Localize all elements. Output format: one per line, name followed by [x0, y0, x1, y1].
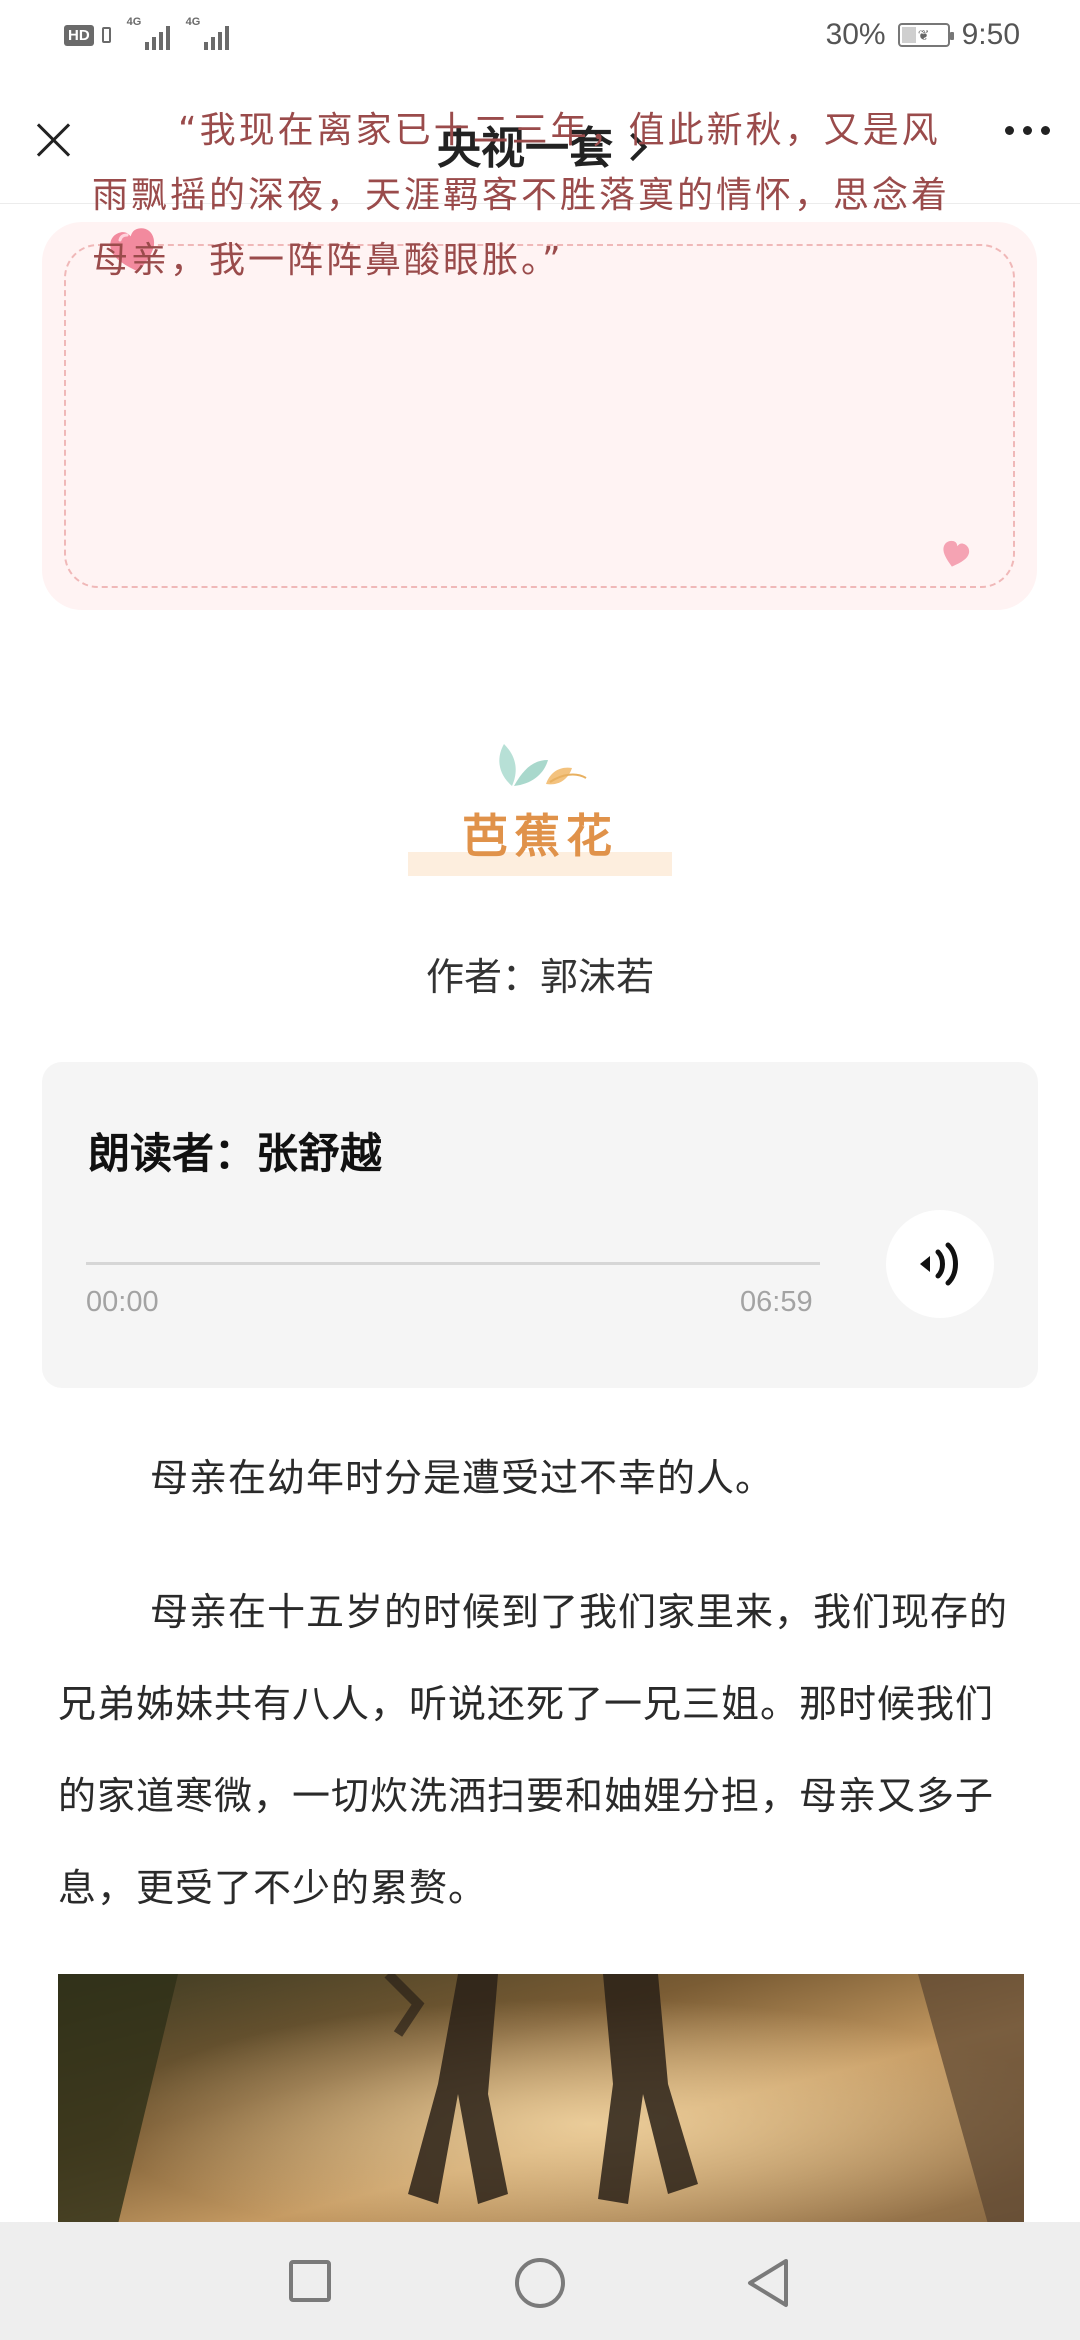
battery-fill — [901, 27, 916, 43]
status-indicators: HD 4G 4G — [64, 16, 229, 50]
network-type: 4G — [126, 16, 142, 28]
status-right: 30% ❦ 9:50 — [826, 18, 1020, 52]
poem-title: 芭蕉花 — [462, 809, 618, 863]
circle-icon[interactable] — [515, 2258, 565, 2308]
hd-badge: HD — [64, 24, 94, 46]
status-bar: HD 4G 4G 30% ❦ 9:50 — [0, 0, 1080, 72]
quote-border — [64, 244, 1015, 588]
silhouette-photo — [58, 1974, 1024, 2224]
total-time: 06:59 — [740, 1286, 813, 1318]
signal-icon: 4G — [127, 16, 170, 50]
power-saving-leaf-icon: ❦ — [917, 26, 930, 43]
triangle-back-icon[interactable] — [744, 2256, 792, 2310]
network-type-2: 4G — [185, 16, 201, 28]
play-button[interactable] — [886, 1210, 994, 1318]
audio-progress-bar[interactable] — [86, 1262, 820, 1265]
sim-icon — [101, 27, 111, 43]
article-photo — [58, 1974, 1024, 2224]
battery-percent: 30% — [825, 18, 886, 51]
more-icon[interactable] — [1005, 126, 1050, 135]
signal-icon-2: 4G — [186, 16, 229, 50]
system-nav-bar — [0, 2222, 1080, 2340]
reader-name: 朗读者：张舒越 — [88, 1129, 383, 1178]
small-heart-icon — [943, 540, 970, 567]
current-time: 00:00 — [86, 1286, 159, 1318]
battery-icon: ❦ — [897, 23, 954, 47]
article-paragraph: 母亲在幼年时分是遭受过不幸的人。 — [150, 1456, 775, 1500]
article-paragraph: 母亲在十五岁的时候到了我们家里来，我们现存的兄弟姊妹共有八人，听说还死了一兄三姐… — [58, 1590, 1009, 1910]
audio-player: 朗读者：张舒越 00:00 06:59 — [42, 1062, 1038, 1388]
clock: 9:50 — [961, 18, 1020, 51]
leaf-decoration-icon — [499, 744, 587, 786]
square-icon[interactable] — [289, 2260, 331, 2302]
speaker-icon — [920, 1242, 958, 1286]
author: 作者：郭沫若 — [425, 955, 654, 999]
quote-text: “我现在离家已十二三年，值此新秋，又是风雨飘摇的深夜，天涯羁客不胜落寞的情怀，思… — [92, 110, 951, 281]
